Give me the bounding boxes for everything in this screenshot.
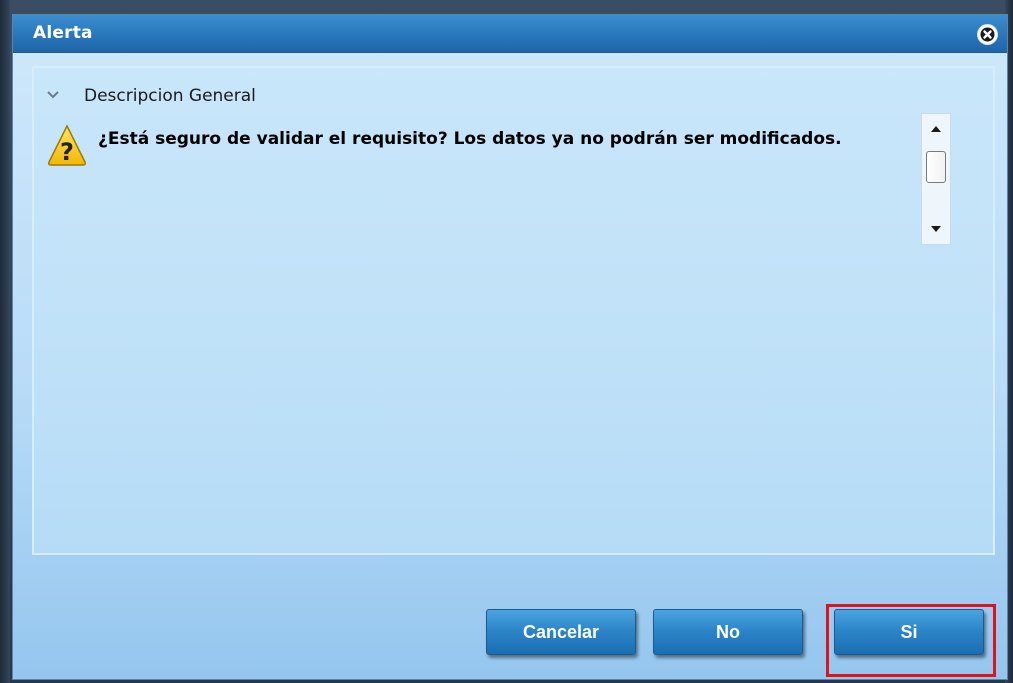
- scroll-up-icon[interactable]: [922, 116, 950, 142]
- cancel-button[interactable]: Cancelar: [486, 609, 636, 655]
- yes-button[interactable]: Si: [834, 609, 984, 655]
- section-title: Descripcion General: [84, 86, 256, 106]
- svg-text:?: ?: [60, 138, 74, 166]
- message-scrollbar[interactable]: [921, 113, 951, 245]
- chevron-down-icon[interactable]: [46, 88, 60, 102]
- alert-message: ¿Está seguro de validar el requisito? Lo…: [98, 129, 842, 149]
- alert-dialog: Alerta Descripcion General ? ¿Está segur…: [12, 14, 1008, 680]
- scroll-thumb[interactable]: [926, 151, 946, 183]
- dialog-title: Alerta: [33, 23, 93, 43]
- close-icon[interactable]: [978, 25, 997, 44]
- dialog-titlebar: Alerta: [13, 15, 1007, 53]
- no-button[interactable]: No: [653, 609, 803, 655]
- scroll-down-icon[interactable]: [922, 216, 950, 242]
- description-panel: Descripcion General ? ¿Está seguro de va…: [32, 66, 995, 555]
- background-edge-left: [0, 0, 10, 683]
- warning-icon: ?: [48, 124, 86, 166]
